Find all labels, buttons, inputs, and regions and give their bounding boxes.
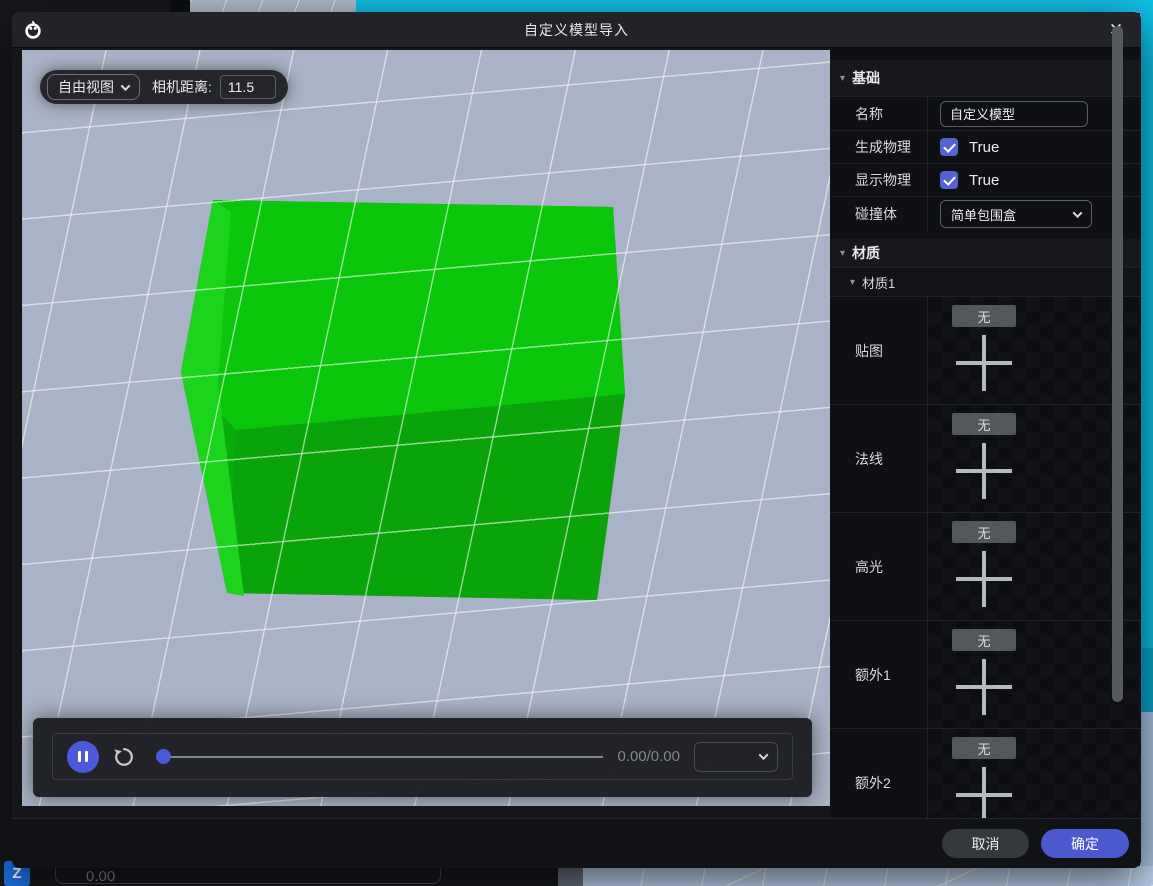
extra1-label: 额外1	[830, 621, 928, 728]
normal-none-button[interactable]: 无	[952, 413, 1016, 435]
show-physics-value: True	[969, 172, 999, 189]
show-physics-checkbox[interactable]	[940, 171, 958, 189]
specular-label: 高光	[830, 513, 928, 620]
collider-label: 碰撞体	[830, 197, 928, 231]
section-basic[interactable]: ▾ 基础	[830, 60, 1141, 96]
chevron-down-icon	[1073, 208, 1083, 218]
row-name: 名称	[830, 96, 1141, 130]
section-basic-title: 基础	[852, 68, 880, 88]
generate-physics-value: True	[969, 139, 999, 156]
pause-button[interactable]	[67, 741, 99, 773]
plus-icon[interactable]	[956, 335, 1012, 391]
chevron-down-icon	[759, 750, 769, 760]
section-material[interactable]: ▾ 材质	[830, 239, 1141, 267]
extra2-none-button[interactable]: 无	[952, 737, 1016, 759]
camera-distance-input[interactable]: 11.5	[220, 75, 276, 99]
confirm-button[interactable]: 确定	[1041, 829, 1129, 858]
timeline-controls: 0.00/0.00	[52, 733, 793, 780]
dialog-titlebar: 自定义模型导入 ✕	[12, 12, 1141, 48]
normal-label: 法线	[830, 405, 928, 512]
model-preview-viewport[interactable]: 自由视图 相机距离: 11.5 0.00/0.00	[22, 50, 830, 806]
show-physics-label: 显示物理	[830, 164, 928, 196]
green-model-box	[22, 50, 830, 806]
chevron-down-icon	[121, 81, 131, 91]
collapse-triangle-icon: ▾	[850, 277, 855, 288]
cancel-button[interactable]: 取消	[942, 829, 1029, 858]
custom-model-import-dialog: 自定义模型导入 ✕ 自由视图 相机距离: 11.5	[12, 12, 1141, 868]
properties-panel: ▾ 基础 名称 生成物理 True 显示物理 True 碰撞体	[830, 48, 1141, 818]
backdrop-ui-fragment	[558, 868, 583, 886]
camera-distance-label: 相机距离:	[152, 77, 212, 97]
row-collider: 碰撞体 简单包围盒	[830, 196, 1141, 231]
collapse-triangle-icon: ▾	[840, 248, 845, 259]
collapse-triangle-icon: ▾	[840, 73, 845, 84]
replay-icon[interactable]	[113, 746, 135, 768]
extra1-none-button[interactable]: 无	[952, 629, 1016, 651]
subsection-material-1[interactable]: ▾ 材质1	[830, 267, 1141, 296]
viewport-toolbar: 自由视图 相机距离: 11.5	[40, 70, 288, 104]
extra2-label: 额外2	[830, 729, 928, 818]
timeline-slider[interactable]	[159, 756, 603, 758]
slot-texture: 贴图 无	[830, 296, 1141, 404]
slot-normal: 法线 无	[830, 404, 1141, 512]
texture-none-button[interactable]: 无	[952, 305, 1016, 327]
row-show-physics: 显示物理 True	[830, 163, 1141, 196]
timeline-dropdown[interactable]	[694, 742, 778, 772]
slot-extra-1: 额外1 无	[830, 620, 1141, 728]
slot-extra-2: 额外2 无	[830, 728, 1141, 818]
view-mode-dropdown[interactable]: 自由视图	[47, 74, 140, 100]
coordinate-value: 0.00	[86, 868, 115, 885]
collider-dropdown[interactable]: 简单包围盒	[940, 200, 1092, 228]
dialog-title: 自定义模型导入	[12, 12, 1141, 48]
backdrop-cyan-object-right	[1140, 0, 1153, 648]
generate-physics-label: 生成物理	[830, 131, 928, 163]
subsection-material-1-title: 材质1	[862, 273, 895, 292]
plus-icon[interactable]	[956, 659, 1012, 715]
backdrop-scene-right	[1140, 712, 1153, 886]
timeline-time: 0.00/0.00	[617, 748, 680, 765]
dialog-footer: 取消 确定	[12, 818, 1141, 868]
texture-label: 贴图	[830, 297, 928, 404]
view-mode-value: 自由视图	[58, 77, 114, 97]
name-label: 名称	[830, 97, 928, 130]
specular-none-button[interactable]: 无	[952, 521, 1016, 543]
backdrop-scene-bottom	[583, 866, 1153, 886]
row-generate-physics: 生成物理 True	[830, 130, 1141, 163]
section-material-title: 材质	[852, 243, 880, 263]
panel-scrollbar[interactable]	[1112, 26, 1123, 702]
plus-icon[interactable]	[956, 443, 1012, 499]
collider-value: 简单包围盒	[951, 205, 1016, 224]
slot-specular: 高光 无	[830, 512, 1141, 620]
plus-icon[interactable]	[956, 767, 1012, 818]
slider-thumb[interactable]	[156, 749, 171, 764]
backdrop-cyan-object-shaded	[1140, 648, 1153, 712]
plus-icon[interactable]	[956, 551, 1012, 607]
timeline-panel: 0.00/0.00	[33, 718, 812, 797]
generate-physics-checkbox[interactable]	[940, 138, 958, 156]
name-input[interactable]	[940, 101, 1088, 127]
